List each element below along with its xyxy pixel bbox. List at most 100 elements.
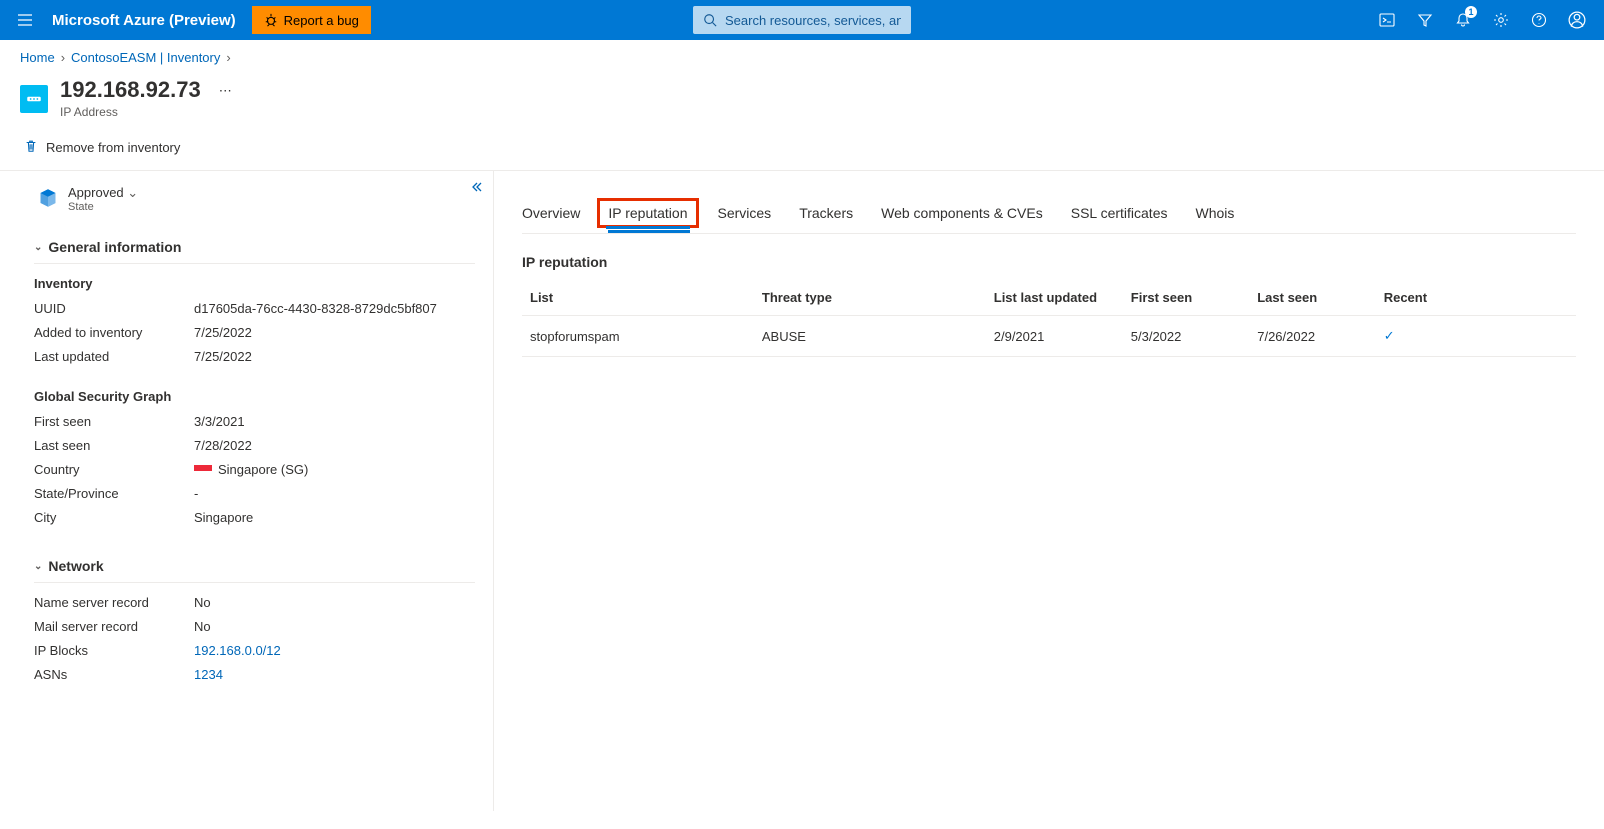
table-header-row: List Threat type List last updated First…: [522, 280, 1576, 316]
filter-button[interactable]: [1406, 0, 1444, 40]
breadcrumb-resource[interactable]: ContosoEASM | Inventory: [71, 50, 220, 65]
ip-address-icon: [20, 85, 48, 113]
gear-icon: [1493, 12, 1509, 28]
hamburger-icon: [17, 12, 33, 28]
mail-label: Mail server record: [34, 619, 194, 634]
cell-recent: ✓: [1376, 316, 1576, 357]
filter-icon: [1417, 12, 1433, 28]
remove-label: Remove from inventory: [46, 140, 180, 155]
col-updated: List last updated: [986, 280, 1123, 316]
firstseen-label: First seen: [34, 414, 194, 429]
uuid-label: UUID: [34, 301, 194, 316]
ns-label: Name server record: [34, 595, 194, 610]
cell-updated: 2/9/2021: [986, 316, 1123, 357]
action-bar: Remove from inventory: [0, 129, 1604, 171]
chevron-down-icon: ⌄: [34, 561, 42, 572]
search-input[interactable]: [725, 13, 901, 28]
brand-label: Microsoft Azure (Preview): [52, 12, 236, 29]
city-value: Singapore: [194, 510, 253, 525]
uuid-value: d17605da-76cc-4430-8328-8729dc5bf807: [194, 301, 437, 316]
table-row: stopforumspam ABUSE 2/9/2021 5/3/2022 7/…: [522, 316, 1576, 357]
lastseen-value: 7/28/2022: [194, 438, 252, 453]
cell-list: stopforumspam: [522, 316, 754, 357]
hamburger-menu-button[interactable]: [8, 0, 42, 40]
help-button[interactable]: [1520, 0, 1558, 40]
left-detail-pane: Approved ⌄ State ⌄ General information I…: [0, 171, 494, 811]
help-icon: [1531, 12, 1547, 28]
chevron-right-icon: ›: [226, 50, 230, 65]
tab-web-components[interactable]: Web components & CVEs: [881, 197, 1043, 233]
section-general-label: General information: [48, 239, 181, 255]
report-bug-label: Report a bug: [284, 13, 359, 28]
notification-badge: 1: [1465, 6, 1477, 18]
cloud-shell-button[interactable]: [1368, 0, 1406, 40]
gsg-heading: Global Security Graph: [34, 389, 475, 404]
tab-overview[interactable]: Overview: [522, 197, 580, 233]
tab-services[interactable]: Services: [718, 197, 772, 233]
cell-first-seen: 5/3/2022: [1123, 316, 1249, 357]
chevron-down-icon: ⌄: [127, 185, 138, 200]
state-label: State: [68, 201, 138, 213]
tab-ip-reputation-label: IP reputation: [608, 205, 687, 221]
tab-ssl[interactable]: SSL certificates: [1071, 197, 1168, 233]
check-icon: ✓: [1384, 328, 1395, 343]
asns-label: ASNs: [34, 667, 194, 682]
panel-title: IP reputation: [522, 254, 1576, 270]
lastseen-label: Last seen: [34, 438, 194, 453]
country-value: Singapore (SG): [218, 462, 308, 477]
tab-bar: Overview IP reputation Services Trackers…: [522, 171, 1576, 234]
chevron-left-double-icon: [471, 181, 483, 193]
added-value: 7/25/2022: [194, 325, 252, 340]
title-row: 192.168.92.73 IP Address ⋯: [0, 69, 1604, 129]
cell-last-seen: 7/26/2022: [1249, 316, 1375, 357]
updated-value: 7/25/2022: [194, 349, 252, 364]
tab-whois[interactable]: Whois: [1195, 197, 1234, 233]
asns-link[interactable]: 1234: [194, 667, 223, 682]
collapse-pane-button[interactable]: [471, 181, 483, 196]
inventory-heading: Inventory: [34, 276, 475, 291]
stateprov-value: -: [194, 486, 198, 501]
person-icon: [1568, 11, 1586, 29]
updated-label: Last updated: [34, 349, 194, 364]
mail-value: No: [194, 619, 211, 634]
top-bar: Microsoft Azure (Preview) Report a bug 1: [0, 0, 1604, 40]
stateprov-label: State/Province: [34, 486, 194, 501]
remove-from-inventory-button[interactable]: Remove from inventory: [20, 135, 184, 160]
ns-value: No: [194, 595, 211, 610]
notifications-button[interactable]: 1: [1444, 0, 1482, 40]
more-actions-button[interactable]: ⋯: [219, 83, 232, 99]
city-label: City: [34, 510, 194, 525]
tab-ip-reputation[interactable]: IP reputation: [608, 197, 689, 233]
section-network-label: Network: [48, 558, 103, 574]
state-selector[interactable]: Approved ⌄ State: [38, 185, 475, 213]
global-search[interactable]: [693, 6, 911, 34]
settings-button[interactable]: [1482, 0, 1520, 40]
section-general-header[interactable]: ⌄ General information: [34, 231, 475, 264]
tab-trackers[interactable]: Trackers: [799, 197, 853, 233]
breadcrumb-home[interactable]: Home: [20, 50, 55, 65]
col-first-seen: First seen: [1123, 280, 1249, 316]
ipblocks-label: IP Blocks: [34, 643, 194, 658]
chevron-right-icon: ›: [61, 50, 65, 65]
page-subtitle: IP Address: [60, 105, 201, 119]
firstseen-value: 3/3/2021: [194, 414, 245, 429]
chevron-down-icon: ⌄: [34, 242, 42, 253]
section-network-header[interactable]: ⌄ Network: [34, 550, 475, 583]
country-label: Country: [34, 462, 194, 477]
account-button[interactable]: [1558, 0, 1596, 40]
col-threat: Threat type: [754, 280, 986, 316]
ip-reputation-table: List Threat type List last updated First…: [522, 280, 1576, 357]
trash-icon: [24, 139, 38, 156]
breadcrumb: Home › ContosoEASM | Inventory ›: [0, 40, 1604, 69]
right-content-pane: Overview IP reputation Services Trackers…: [494, 171, 1604, 811]
report-bug-button[interactable]: Report a bug: [252, 6, 371, 34]
sg-flag-icon: [194, 465, 212, 477]
bug-icon: [264, 13, 278, 27]
state-value: Approved: [68, 185, 124, 200]
highlight-box: IP reputation: [597, 198, 698, 228]
cloud-shell-icon: [1379, 12, 1395, 28]
added-label: Added to inventory: [34, 325, 194, 340]
cell-threat: ABUSE: [754, 316, 986, 357]
ipblocks-link[interactable]: 192.168.0.0/12: [194, 643, 281, 658]
col-last-seen: Last seen: [1249, 280, 1375, 316]
